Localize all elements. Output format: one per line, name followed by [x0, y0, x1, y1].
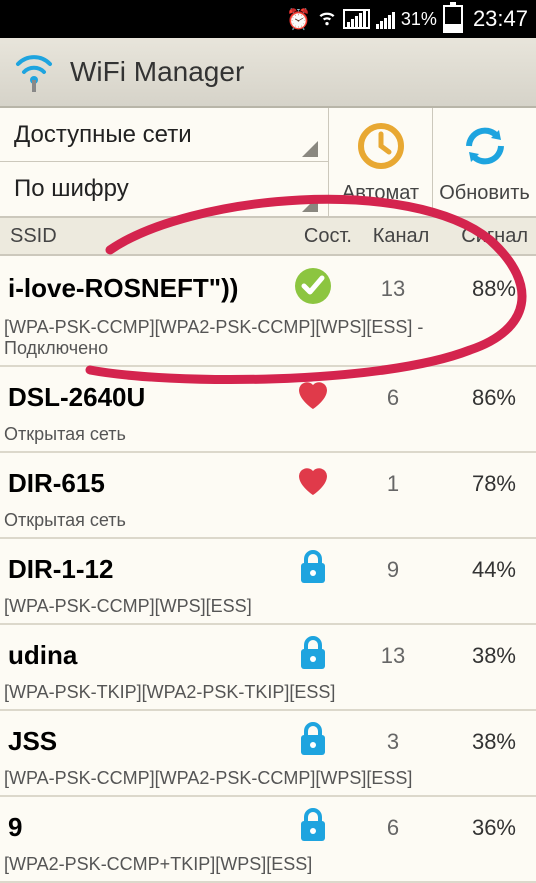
- favorite-heart-icon: [278, 377, 348, 418]
- network-ssid: DIR-615: [4, 468, 278, 499]
- app-logo-icon: [10, 46, 58, 99]
- network-ssid: DIR-1-12: [4, 554, 278, 585]
- filter-label: По шифру: [14, 175, 129, 203]
- auto-button[interactable]: Автомат: [328, 108, 432, 216]
- battery-icon: [443, 5, 463, 33]
- network-signal: 44%: [438, 557, 528, 583]
- network-detail: [WPA-PSK-CCMP][WPA2-PSK-CCMP][WPS][ESS]: [0, 762, 536, 789]
- network-channel: 6: [348, 385, 438, 411]
- dropdown-triangle-icon: [302, 141, 318, 157]
- col-header-channel[interactable]: Канал: [356, 225, 446, 248]
- network-ssid: i-love-ROSNEFT")): [4, 273, 278, 304]
- network-channel: 6: [348, 815, 438, 841]
- network-signal: 36%: [438, 815, 528, 841]
- network-channel: 3: [348, 729, 438, 755]
- filter-by-cipher[interactable]: По шифру: [0, 162, 328, 216]
- network-detail: [WPA-PSK-TKIP][WPA2-PSK-TKIP][ESS]: [0, 676, 536, 703]
- network-list[interactable]: i-love-ROSNEFT")) 13 88% [WPA-PSK-CCMP][…: [0, 256, 536, 883]
- network-detail: [WPA-PSK-CCMP][WPS][ESS]: [0, 590, 536, 617]
- alarm-icon: ⏰: [286, 7, 311, 32]
- network-row[interactable]: i-love-ROSNEFT")) 13 88% [WPA-PSK-CCMP][…: [0, 256, 536, 367]
- app-title-bar: WiFi Manager: [0, 38, 536, 108]
- col-header-ssid[interactable]: SSID: [0, 225, 280, 248]
- network-ssid: JSS: [4, 726, 278, 757]
- lock-icon: [278, 721, 348, 762]
- network-row[interactable]: DSL-2640U 6 86% Открытая сеть: [0, 367, 536, 453]
- network-row[interactable]: udina 13 38% [WPA-PSK-TKIP][WPA2-PSK-TKI…: [0, 625, 536, 711]
- col-header-signal[interactable]: Сигнал: [446, 225, 536, 248]
- network-ssid: 9: [4, 812, 278, 843]
- network-ssid: DSL-2640U: [4, 382, 278, 413]
- refresh-icon: [459, 120, 511, 178]
- network-signal: 38%: [438, 729, 528, 755]
- lock-icon: [278, 807, 348, 848]
- refresh-label: Обновить: [439, 182, 530, 205]
- dropdown-triangle-icon: [302, 196, 318, 212]
- network-signal: 86%: [438, 385, 528, 411]
- column-headers: SSID Сост. Канал Сигнал: [0, 218, 536, 256]
- refresh-button[interactable]: Обновить: [432, 108, 536, 216]
- network-ssid: udina: [4, 640, 278, 671]
- auto-label: Автомат: [342, 182, 419, 205]
- network-signal: 88%: [438, 276, 528, 302]
- network-channel: 9: [348, 557, 438, 583]
- actions-column: Автомат Обновить: [328, 108, 536, 216]
- network-row[interactable]: JSS 3 38% [WPA-PSK-CCMP][WPA2-PSK-CCMP][…: [0, 711, 536, 797]
- network-detail: Открытая сеть: [0, 504, 536, 531]
- network-channel: 1: [348, 471, 438, 497]
- app-title: WiFi Manager: [70, 56, 244, 88]
- network-channel: 13: [348, 643, 438, 669]
- clock-time: 23:47: [473, 6, 528, 32]
- lock-icon: [278, 635, 348, 676]
- clock-icon: [355, 120, 407, 178]
- battery-percent-label: 31%: [401, 9, 437, 30]
- col-header-state[interactable]: Сост.: [280, 225, 356, 248]
- network-detail: [WPA2-PSK-CCMP+TKIP][WPS][ESS]: [0, 848, 536, 875]
- signal-sim1-icon: [343, 9, 370, 29]
- network-row[interactable]: 9 6 36% [WPA2-PSK-CCMP+TKIP][WPS][ESS]: [0, 797, 536, 883]
- connected-check-icon: [278, 266, 348, 311]
- favorite-heart-icon: [278, 463, 348, 504]
- filters-column: Доступные сети По шифру: [0, 108, 328, 216]
- network-channel: 13: [348, 276, 438, 302]
- network-detail: Открытая сеть: [0, 418, 536, 445]
- network-signal: 38%: [438, 643, 528, 669]
- filter-label: Доступные сети: [14, 121, 192, 149]
- network-signal: 78%: [438, 471, 528, 497]
- android-status-bar: ⏰ 31% 23:47: [0, 0, 536, 38]
- action-row: Доступные сети По шифру Автомат Обновить: [0, 108, 536, 218]
- filter-available-networks[interactable]: Доступные сети: [0, 108, 328, 162]
- lock-icon: [278, 549, 348, 590]
- network-row[interactable]: DIR-1-12 9 44% [WPA-PSK-CCMP][WPS][ESS]: [0, 539, 536, 625]
- network-detail: [WPA-PSK-CCMP][WPA2-PSK-CCMP][WPS][ESS] …: [0, 311, 536, 359]
- signal-sim2-icon: [376, 9, 395, 29]
- wifi-icon: [317, 7, 337, 32]
- network-row[interactable]: DIR-615 1 78% Открытая сеть: [0, 453, 536, 539]
